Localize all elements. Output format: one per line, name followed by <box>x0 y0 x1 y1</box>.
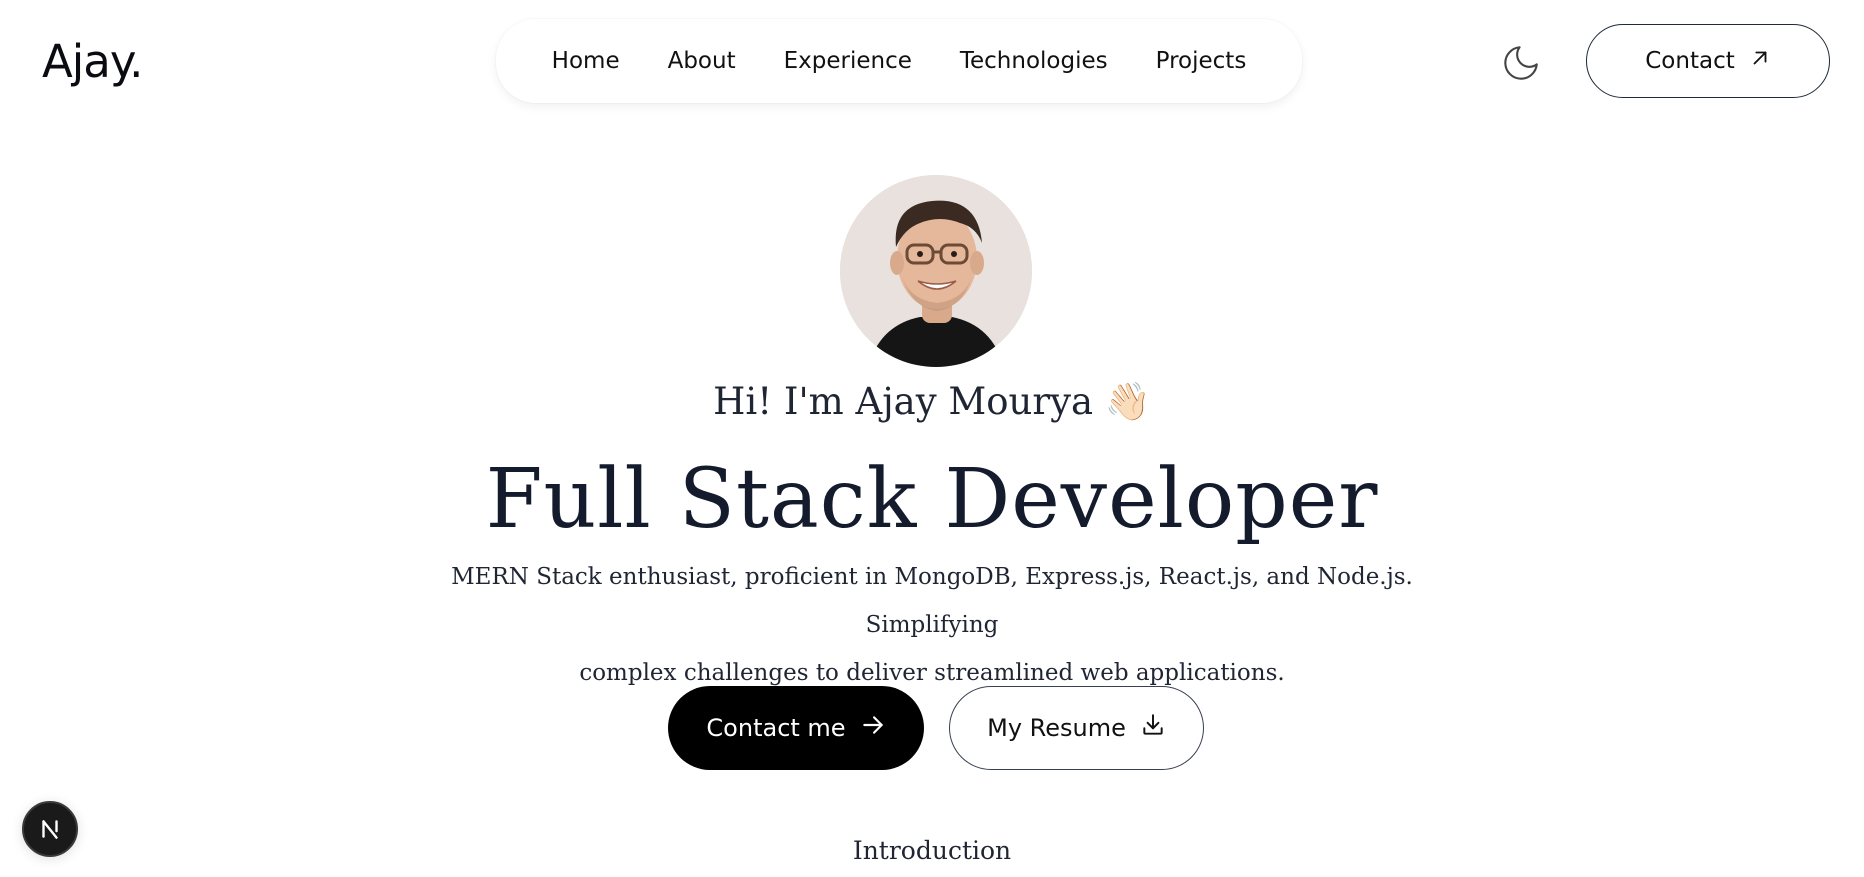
introduction-heading: Introduction <box>852 836 1012 865</box>
site-logo[interactable]: Ajay. <box>42 34 143 89</box>
contact-button[interactable]: Contact <box>1586 24 1830 98</box>
arrow-right-icon <box>860 712 886 744</box>
resume-label: My Resume <box>987 714 1126 742</box>
arrow-up-right-icon <box>1749 47 1771 75</box>
greeting-text: Hi! I'm Ajay Mourya <box>713 380 1094 423</box>
description-line-2: complex challenges to deliver streamline… <box>579 660 1285 686</box>
nav-technologies[interactable]: Technologies <box>960 48 1108 74</box>
nav-experience[interactable]: Experience <box>784 48 912 74</box>
nav-projects[interactable]: Projects <box>1156 48 1247 74</box>
download-icon <box>1140 712 1166 744</box>
nav-home[interactable]: Home <box>552 48 620 74</box>
resume-button[interactable]: My Resume <box>949 686 1204 770</box>
waving-hand-icon: 👋🏻 <box>1104 380 1151 423</box>
contact-me-button[interactable]: Contact me <box>668 686 924 770</box>
hero-description: MERN Stack enthusiast, proficient in Mon… <box>432 553 1432 697</box>
nav-about[interactable]: About <box>668 48 736 74</box>
hero-title: Full Stack Developer <box>485 452 1379 547</box>
moon-icon[interactable] <box>1500 42 1542 84</box>
profile-avatar <box>840 175 1032 367</box>
contact-me-label: Contact me <box>706 714 846 742</box>
contact-button-label: Contact <box>1645 48 1735 74</box>
nextjs-badge-icon[interactable] <box>22 801 78 857</box>
description-line-1: MERN Stack enthusiast, proficient in Mon… <box>451 564 1413 638</box>
main-nav: Home About Experience Technologies Proje… <box>496 19 1302 103</box>
hero-greeting: Hi! I'm Ajay Mourya 👋🏻 <box>0 380 1864 424</box>
